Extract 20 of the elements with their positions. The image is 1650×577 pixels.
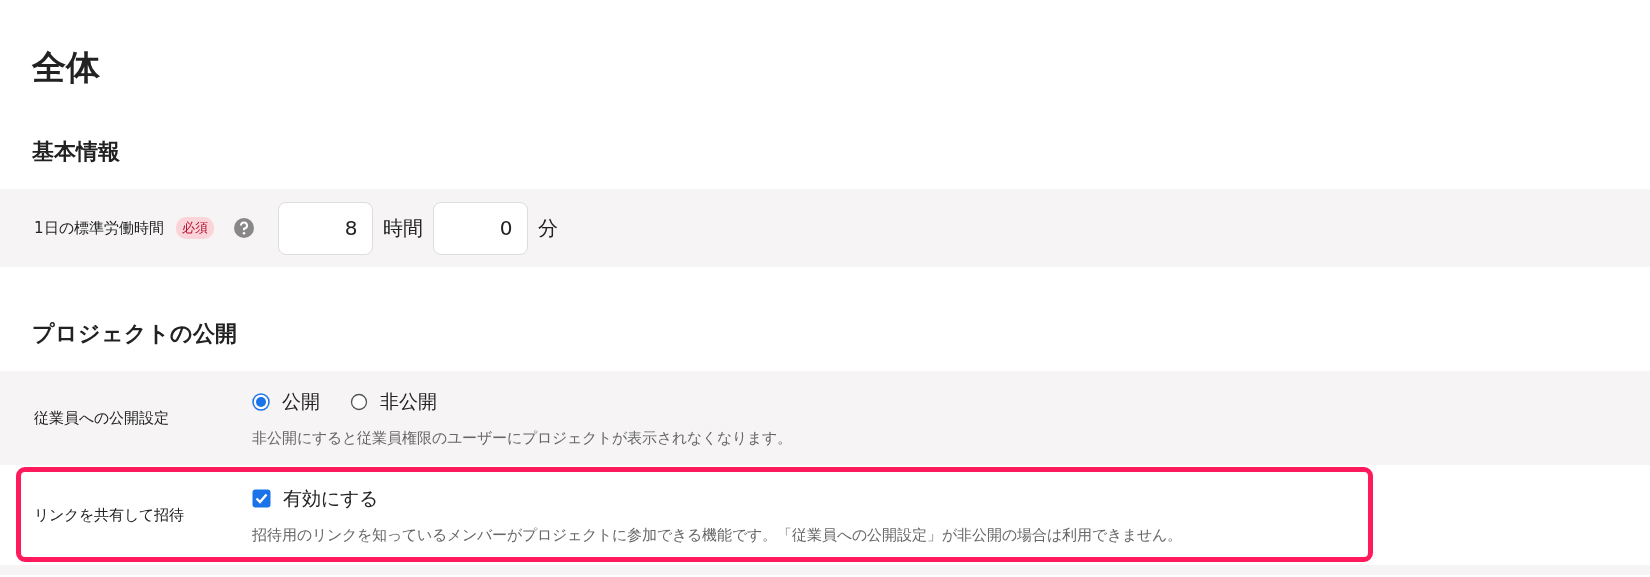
checkbox[interactable] [252,489,271,508]
help-text: 招待用のリンクを知っているメンバーがプロジェクトに参加できる機能です。「従業員への公開設定」が非公開の場合は利用できません。 [252,525,1182,545]
radio-label[interactable]: 非公開 [380,388,437,415]
field-label: 1日の標準労働時間 [33,218,164,238]
page-title: 全体 [31,46,101,89]
checkbox-label[interactable]: 有効にする [283,485,378,512]
number-input[interactable]: 0 [432,201,528,255]
unit-label: 分 [537,214,558,242]
section-heading: プロジェクトの公開 [31,320,238,348]
help-text: 非公開にすると従業員権限のユーザーにプロジェクトが表示されなくなります。 [252,428,792,448]
radio-button[interactable] [350,392,368,411]
field-label: リンクを共有して招待 [33,505,185,525]
section-heading: 基本情報 [31,138,121,166]
radio-label[interactable]: 公開 [282,388,320,415]
radio-button[interactable] [252,392,270,411]
help-icon[interactable] [233,218,254,238]
unit-label: 時間 [382,214,423,242]
field-label: 従業員への公開設定 [33,408,170,428]
number-input[interactable]: 8 [277,201,373,255]
required-badge: 必須 [175,217,214,239]
